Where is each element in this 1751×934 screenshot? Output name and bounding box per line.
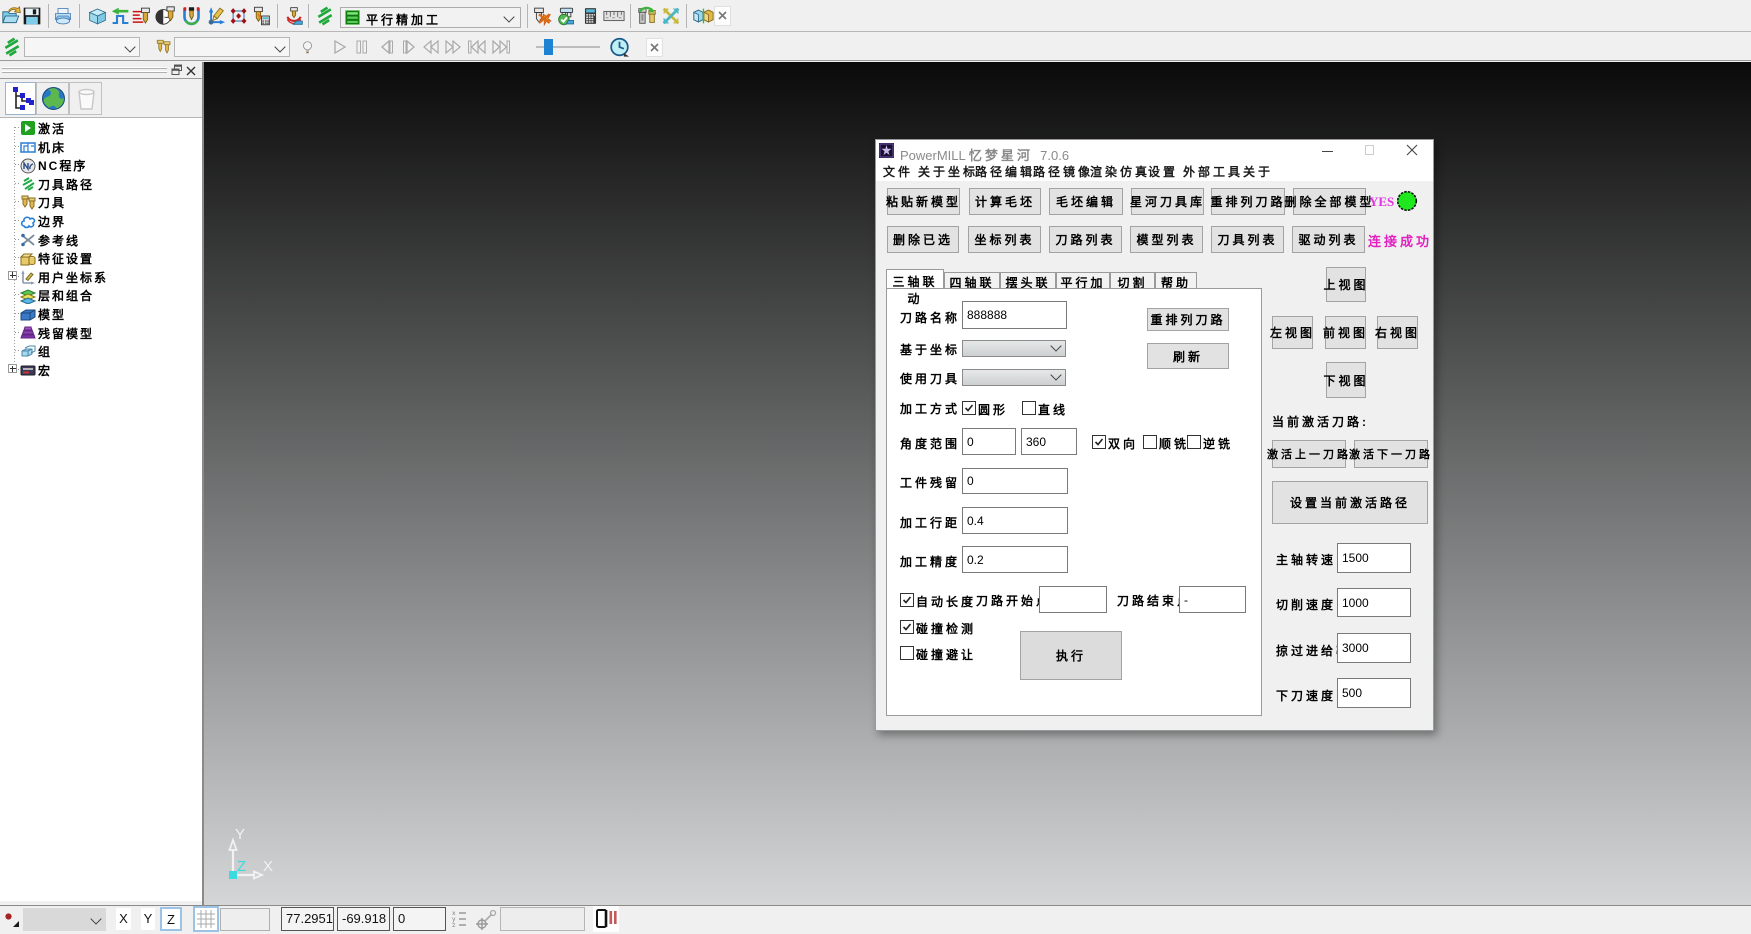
svg-text:X: X — [263, 858, 273, 875]
svg-text:z: z — [452, 922, 456, 929]
svg-text:Y: Y — [235, 826, 245, 843]
svg-text:Z: Z — [237, 858, 246, 875]
